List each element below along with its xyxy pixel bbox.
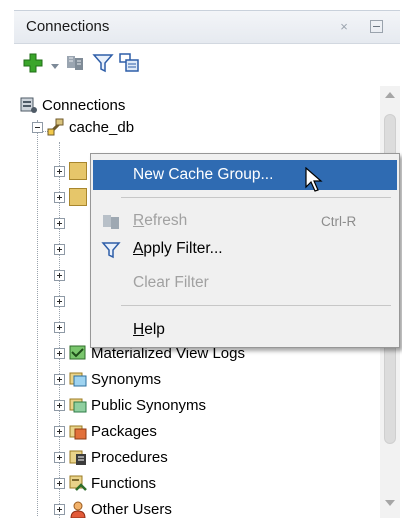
menu-item-label: Refresh (133, 212, 187, 230)
tree-guide-line (37, 120, 38, 516)
filter-icon[interactable] (92, 52, 114, 74)
tree-node-hidden[interactable] (54, 290, 69, 312)
cache-group-icon[interactable] (118, 52, 140, 74)
tree-node-functions[interactable]: Functions (54, 472, 156, 494)
expand-toggle[interactable] (54, 295, 65, 307)
tree-node-hidden[interactable] (54, 186, 91, 208)
scroll-down-icon[interactable] (385, 500, 395, 506)
tree-node-other-users[interactable]: Other Users (54, 498, 172, 518)
materialized-view-logs-icon (69, 344, 87, 362)
menu-item-help[interactable]: Help (93, 315, 397, 345)
expand-toggle[interactable] (54, 321, 65, 333)
expand-toggle[interactable] (54, 165, 65, 177)
close-icon[interactable]: × (336, 19, 352, 35)
database-connection-icon (47, 118, 65, 136)
connections-root-icon (20, 96, 38, 114)
menu-item-label: New Cache Group... (133, 166, 274, 183)
tree-node-public-synonyms[interactable]: Public Synonyms (54, 394, 206, 416)
connections-panel-header: Connections × (14, 10, 400, 44)
menu-item-clear-filter[interactable]: Clear Filter (93, 268, 397, 298)
panel-title: Connections (26, 18, 110, 35)
expand-toggle[interactable] (54, 269, 65, 281)
tree-node-label: Procedures (91, 448, 168, 466)
expand-toggle[interactable] (54, 191, 65, 203)
procedures-icon (69, 448, 87, 466)
expand-toggle[interactable] (54, 399, 65, 411)
scroll-up-icon[interactable] (385, 92, 395, 98)
other-users-icon (69, 500, 87, 518)
tree-node-procedures[interactable]: Procedures (54, 446, 168, 468)
connections-toolbar (14, 44, 400, 86)
menu-item-label-rest: elp (144, 321, 165, 338)
tree-node-label: Synonyms (91, 370, 162, 388)
tree-node-label: Packages (91, 422, 157, 440)
menu-separator (121, 197, 391, 198)
tree-root-label: Connections (42, 96, 126, 114)
expand-toggle[interactable] (54, 451, 65, 463)
tree-node-packages[interactable]: Packages (54, 420, 157, 442)
menu-item-label: Help (133, 321, 165, 339)
tree-node-hidden[interactable] (54, 316, 69, 338)
tree-node-hidden[interactable] (54, 238, 69, 260)
tree-node-hidden[interactable] (54, 212, 69, 234)
folder-icon (69, 188, 87, 206)
menu-item-label-rest: pply Filter... (143, 240, 223, 257)
expand-toggle[interactable] (54, 243, 65, 255)
dropdown-arrow-icon[interactable] (50, 58, 60, 69)
public-synonyms-icon (69, 396, 87, 414)
menu-item-shortcut: Ctrl-R (321, 213, 357, 229)
tree-node-cache-db[interactable]: cache_db (32, 116, 134, 138)
functions-icon (69, 474, 87, 492)
filter-icon (101, 240, 121, 260)
mnemonic-letter: H (133, 321, 145, 338)
refresh-icon[interactable] (64, 52, 86, 74)
packages-icon (69, 422, 87, 440)
mnemonic-letter: R (133, 212, 145, 229)
tree-node-hidden[interactable] (54, 264, 69, 286)
synonyms-icon (69, 370, 87, 388)
menu-item-label-rest: efresh (144, 212, 188, 229)
menu-separator (121, 305, 391, 306)
refresh-icon (101, 212, 121, 232)
expand-toggle[interactable] (54, 503, 65, 515)
tree-root-connections[interactable]: Connections (20, 94, 125, 116)
menu-item-new-cache-group[interactable]: New Cache Group... (93, 160, 397, 190)
tree-node-label: Public Synonyms (91, 396, 207, 414)
expand-toggle[interactable] (54, 477, 65, 489)
expand-toggle[interactable] (54, 373, 65, 385)
collapse-toggle[interactable] (32, 121, 43, 133)
tree-node-label: Functions (91, 474, 157, 492)
mouse-pointer-icon (305, 166, 325, 193)
tree-node-label: cache_db (69, 118, 135, 136)
expand-toggle[interactable] (54, 425, 65, 437)
add-connection-icon[interactable] (22, 52, 44, 74)
menu-item-label: Apply Filter... (133, 240, 223, 258)
menu-item-label: Clear Filter (133, 274, 209, 291)
menu-item-refresh[interactable]: Refresh Ctrl-R (93, 206, 397, 236)
expand-toggle[interactable] (54, 347, 65, 359)
mnemonic-letter: A (133, 240, 144, 257)
tree-node-synonyms[interactable]: Synonyms (54, 368, 161, 390)
expand-toggle[interactable] (54, 217, 65, 229)
context-menu: New Cache Group... Refresh Ctrl-R Apply … (90, 153, 400, 348)
tree-node-hidden[interactable] (54, 160, 91, 182)
folder-icon (69, 162, 87, 180)
tree-node-label: Other Users (91, 500, 172, 518)
menu-item-apply-filter[interactable]: Apply Filter... (93, 234, 397, 264)
minimize-icon[interactable] (370, 20, 383, 33)
